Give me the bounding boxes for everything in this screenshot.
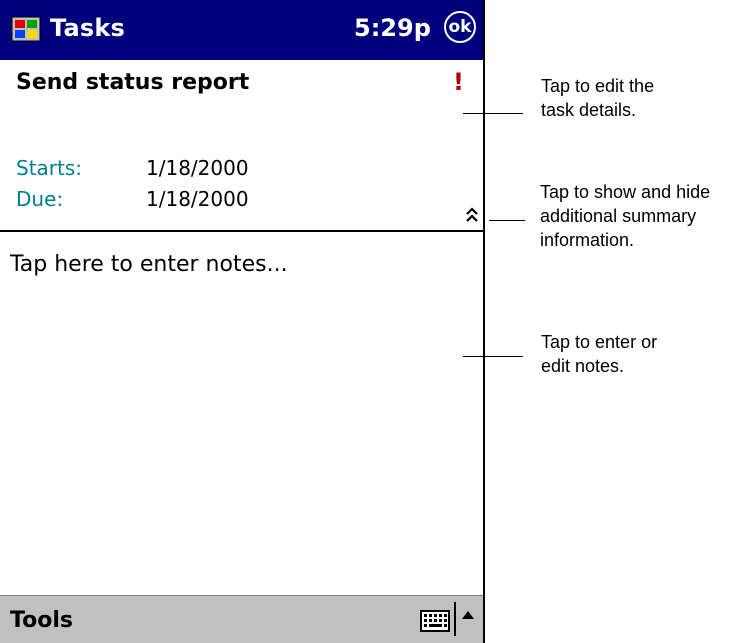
starts-value: 1/18/2000 [146,156,249,180]
navigation-bar: Tasks 5:29p ok [0,0,483,60]
notes-area[interactable]: Tap here to enter notes... [0,232,483,587]
callout-edit-details: Tap to edit the task details. [541,76,655,120]
ok-icon: ok [448,17,472,37]
starts-row: Starts: 1/18/2000 [16,156,249,180]
up-arrow-icon[interactable] [461,609,475,623]
due-label: Due: [16,187,64,211]
input-divider [454,602,456,636]
menu-bar: Tools [0,595,483,643]
keyboard-icon[interactable] [420,610,450,632]
due-value: 1/18/2000 [146,187,249,211]
task-subject: Send status report [16,70,250,95]
clock[interactable]: 5:29p [354,14,431,42]
ok-button[interactable]: ok [444,11,476,43]
callout-edit-notes: Tap to enter or edit notes. [541,332,658,376]
tools-menu[interactable]: Tools [10,608,73,633]
callout-line-toggle [489,220,525,221]
starts-label: Starts: [16,156,83,180]
app-title: Tasks [50,14,126,42]
task-summary-area[interactable]: Send status report ! Starts: 1/18/2000 Du… [0,60,483,230]
pocket-pc-screen: Tasks 5:29p ok Send status report ! Star… [0,0,485,643]
callout-toggle-summary: Tap to show and hide additional summary … [540,182,711,250]
priority-high-icon: ! [453,68,464,96]
windows-start-icon[interactable] [10,13,42,45]
due-row: Due: 1/18/2000 [16,187,249,211]
callout-line-details [463,113,523,114]
callout-line-notes [463,356,523,357]
chevron-up-double-icon[interactable] [464,206,480,224]
notes-placeholder: Tap here to enter notes... [10,252,288,277]
